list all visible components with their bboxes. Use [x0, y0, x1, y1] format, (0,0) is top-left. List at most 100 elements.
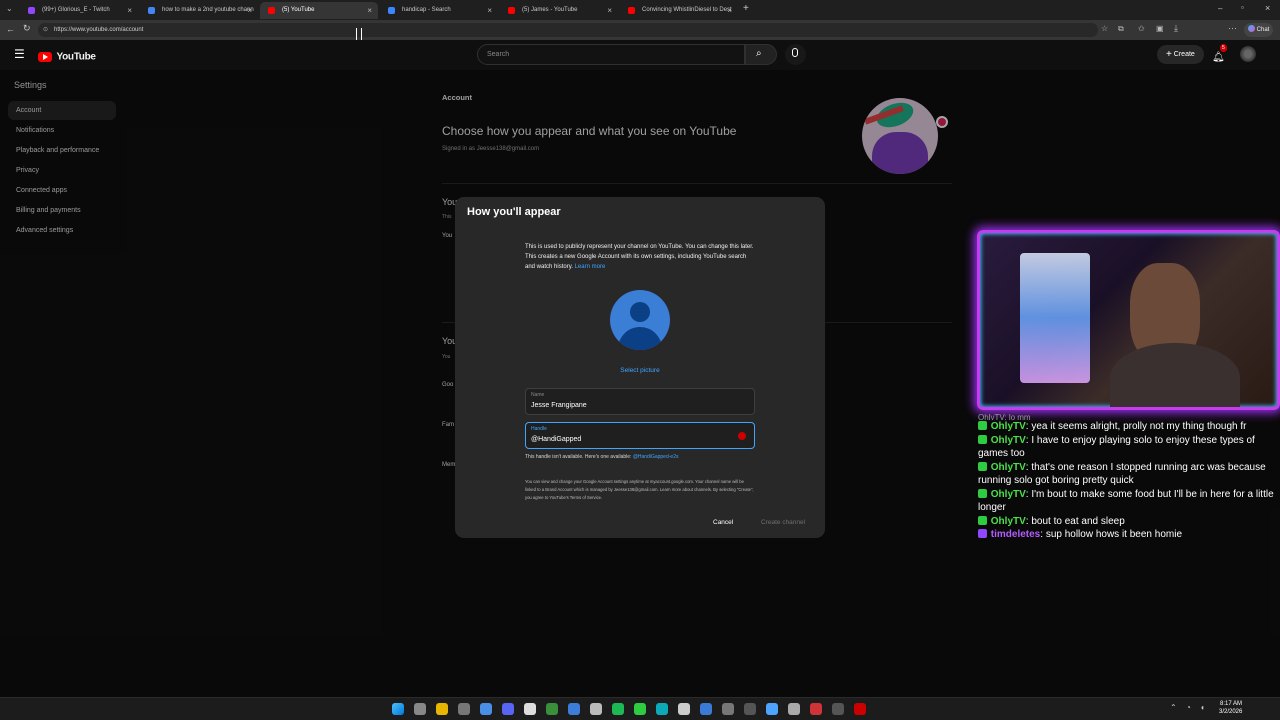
- chat-badge-icon: [978, 529, 987, 538]
- copilot-icon: [1248, 25, 1255, 32]
- tab-close-icon[interactable]: ×: [607, 2, 612, 19]
- app-icon[interactable]: [744, 703, 756, 715]
- extensions-icon[interactable]: ⧉: [1118, 24, 1124, 34]
- new-tab-button[interactable]: +: [743, 3, 749, 14]
- create-channel-button[interactable]: Create channel: [761, 519, 805, 526]
- close-window-button[interactable]: ×: [1265, 3, 1270, 13]
- chat-text: yea it seems alright, prolly not my thin…: [1031, 421, 1247, 432]
- youtube-logo[interactable]: YouTube: [38, 48, 96, 62]
- browser-tab[interactable]: Convincing WhistlinDiesel to Dest ×: [620, 2, 738, 19]
- network-icon[interactable]: ◔: [1186, 703, 1191, 712]
- clock-time[interactable]: 8:17 AM: [1220, 701, 1242, 707]
- chrome-icon[interactable]: [832, 703, 844, 715]
- settings-icon[interactable]: [524, 703, 536, 715]
- tab-favicon-icon: [268, 7, 275, 14]
- tab-close-icon[interactable]: ×: [487, 2, 492, 19]
- select-picture-link[interactable]: Select picture: [605, 367, 675, 374]
- reload-icon[interactable]: ↻: [23, 23, 31, 34]
- browser-tab[interactable]: (5) James - YouTube ×: [500, 2, 618, 19]
- chat-username[interactable]: OhlyTV: [991, 489, 1026, 500]
- app-icon[interactable]: [722, 703, 734, 715]
- app-icon[interactable]: [634, 703, 646, 715]
- app-icon[interactable]: [546, 703, 558, 715]
- collections-icon[interactable]: ▣: [1156, 24, 1164, 33]
- app-icon[interactable]: [788, 703, 800, 715]
- search-icon[interactable]: [414, 703, 426, 715]
- app-icon[interactable]: [568, 703, 580, 715]
- tray-chevron-icon[interactable]: ⌃: [1170, 703, 1177, 712]
- chat-username[interactable]: timdeletes: [991, 529, 1040, 540]
- app-icon[interactable]: [480, 703, 492, 715]
- chat-message: OhlyTV: I have to enjoy playing solo to …: [978, 434, 1278, 461]
- browser-tab[interactable]: (5) YouTube ×: [260, 2, 378, 19]
- favorites-bar-icon[interactable]: ✩: [1138, 24, 1145, 33]
- site-info-icon[interactable]: ⊙: [43, 23, 48, 37]
- create-channel-dialog: How you'll appear This is used to public…: [455, 197, 825, 538]
- file-explorer-icon[interactable]: [436, 703, 448, 715]
- youtube-header: ☰ YouTube Search ⌕ + Create 🔔︎ 5: [0, 40, 1280, 70]
- spotify-icon[interactable]: [612, 703, 624, 715]
- minimize-button[interactable]: –: [1218, 4, 1222, 13]
- chat-label: Chat: [1256, 27, 1270, 33]
- app-icon[interactable]: [854, 703, 866, 715]
- stream-chat: ОhlyTV: lo mm OhlyTV: yea it seems alrig…: [978, 414, 1278, 542]
- search-input[interactable]: Search: [477, 44, 745, 65]
- chat-username[interactable]: OhlyTV: [991, 421, 1026, 432]
- cancel-button[interactable]: Cancel: [713, 519, 733, 526]
- youtube-play-icon: [38, 51, 52, 62]
- edge-icon[interactable]: [656, 703, 668, 715]
- task-view-icon[interactable]: [458, 703, 470, 715]
- tab-favicon-icon: [628, 7, 635, 14]
- chat-username[interactable]: OhlyTV: [991, 435, 1026, 446]
- handle-hint: This handle isn't available. Here's one …: [525, 454, 678, 460]
- app-icon[interactable]: [810, 703, 822, 715]
- clock-date[interactable]: 3/2/2026: [1219, 709, 1242, 715]
- app-icon[interactable]: [700, 703, 712, 715]
- tab-title: (5) James - YouTube: [522, 7, 578, 13]
- name-value: Jesse Frangipane: [531, 402, 587, 409]
- hamburger-menu-icon[interactable]: ☰: [14, 47, 25, 61]
- name-field[interactable]: Name Jesse Frangipane: [525, 388, 755, 415]
- maximize-button[interactable]: ▫: [1241, 3, 1244, 12]
- handle-suggestion-link[interactable]: @HandiGapped-e2s: [633, 454, 679, 460]
- handle-value: @HandiGapped: [531, 436, 582, 443]
- settings-menu-icon[interactable]: ⋯: [1228, 23, 1237, 34]
- chat-badge-icon: [978, 421, 987, 430]
- app-icon[interactable]: [590, 703, 602, 715]
- copilot-chat-button[interactable]: Chat: [1244, 23, 1274, 37]
- channel-avatar[interactable]: [610, 290, 670, 350]
- address-bar[interactable]: ⊙ https://www.youtube.com/account: [38, 23, 1098, 37]
- browser-tab[interactable]: handicap - Search ×: [380, 2, 498, 19]
- account-avatar[interactable]: [1240, 46, 1256, 62]
- favorite-icon[interactable]: ☆: [1101, 24, 1108, 33]
- start-icon[interactable]: [392, 703, 404, 715]
- search-button[interactable]: ⌕: [745, 44, 777, 65]
- volume-icon[interactable]: ◖: [1200, 703, 1205, 712]
- chat-message: OhlyTV: I'm bout to make some food but I…: [978, 488, 1278, 515]
- tab-close-icon[interactable]: ×: [367, 2, 372, 19]
- downloads-icon[interactable]: ⤓: [1174, 23, 1178, 34]
- tab-close-icon[interactable]: ×: [247, 2, 252, 19]
- tab-title: (99+) Glorious_E - Twitch: [42, 7, 110, 13]
- tab-close-icon[interactable]: ×: [127, 2, 132, 19]
- discord-icon[interactable]: [502, 703, 514, 715]
- tab-list-menu-icon[interactable]: ⌄: [6, 4, 13, 13]
- learn-more-link[interactable]: Learn more: [575, 264, 606, 270]
- text-cursor-icon: [356, 28, 362, 40]
- handle-field[interactable]: Handle @HandiGapped: [525, 422, 755, 449]
- app-icon[interactable]: [766, 703, 778, 715]
- create-button[interactable]: + Create: [1157, 45, 1204, 64]
- back-icon[interactable]: ←: [6, 24, 15, 34]
- browser-tab-bar: ⌄ (99+) Glorious_E - Twitch × how to make …: [0, 0, 1280, 20]
- tab-close-icon[interactable]: ×: [727, 2, 732, 19]
- chat-badge-icon: [978, 488, 987, 498]
- error-icon: [738, 432, 746, 440]
- notifications-button[interactable]: 🔔︎ 5: [1212, 44, 1227, 63]
- chat-message: timdeletes: sup hollow hows it been homi…: [978, 528, 1278, 542]
- browser-tab[interactable]: (99+) Glorious_E - Twitch ×: [20, 2, 138, 19]
- chat-username[interactable]: OhlyTV: [991, 462, 1026, 473]
- browser-tab[interactable]: how to make a 2nd youtube chann ×: [140, 2, 258, 19]
- app-icon[interactable]: [678, 703, 690, 715]
- chat-username[interactable]: OhlyTV: [991, 516, 1026, 527]
- voice-search-button[interactable]: [785, 44, 806, 65]
